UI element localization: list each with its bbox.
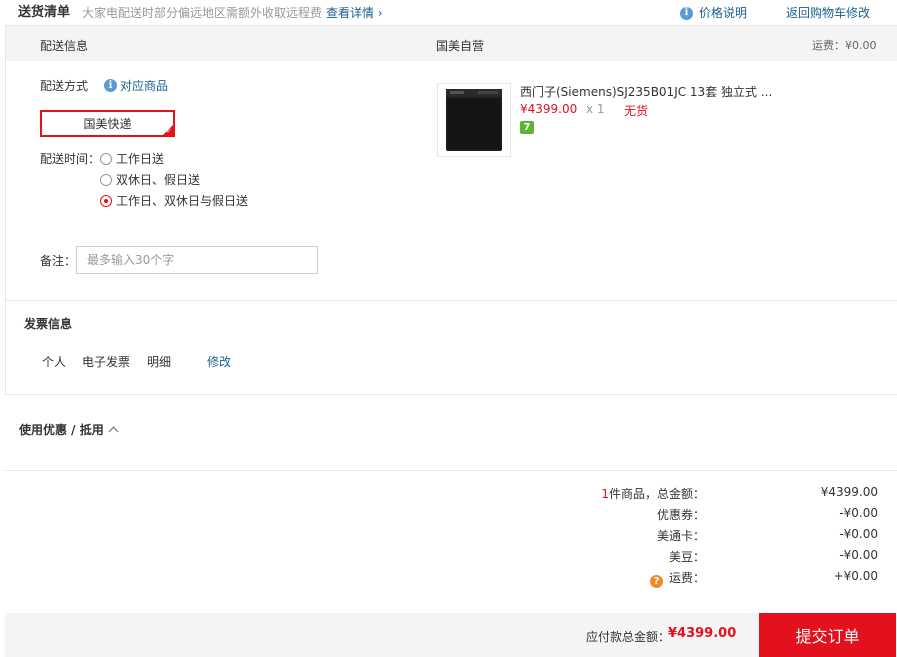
delivery-method-label: 配送方式 (40, 79, 89, 93)
time-option-weekday[interactable]: 工作日送 (100, 150, 164, 167)
time-option-all[interactable]: 工作日、双休日与假日送 (100, 192, 248, 209)
fee-label: 运费： (668, 571, 705, 585)
divider (5, 470, 897, 471)
note-label: 备注： (40, 254, 77, 268)
page-title: 送货清单 (18, 5, 71, 20)
view-details-link[interactable]: 查看详情 › (326, 5, 383, 21)
coupon-label: 优惠券： (656, 508, 705, 522)
radio-selected-icon[interactable] (100, 194, 112, 207)
pay-total-amount: ¥4399.00 (668, 626, 737, 641)
dishwasher-image (446, 89, 502, 151)
gome-express-label: 国美快递 (83, 117, 132, 131)
coupon-value: -¥0.00 (839, 506, 878, 520)
gome-express-option[interactable]: 国美快递 ✓ (40, 110, 175, 137)
invoice-type: 个人 (42, 355, 67, 369)
seller-heading: 国美自营 (436, 39, 485, 53)
bean-value: -¥0.00 (839, 548, 878, 562)
note-input[interactable] (76, 246, 318, 274)
card-label: 美通卡： (656, 529, 705, 543)
question-icon[interactable]: ? (649, 575, 663, 588)
item-count: 1 (601, 487, 609, 501)
pay-total-label: 应付款总金额： (586, 630, 671, 644)
fee-value: +¥0.00 (833, 569, 878, 583)
back-to-cart-link[interactable]: 返回购物车修改 (786, 5, 870, 21)
summary-total-value: ¥4399.00 (820, 485, 878, 499)
time-option-label: 双休日、假日送 (116, 173, 201, 187)
invoice-content: 明细 (147, 355, 172, 369)
chevron-up-icon (108, 426, 119, 437)
submit-order-button[interactable]: 提交订单 (759, 613, 896, 657)
coupon-heading: 使用优惠 / 抵用 (19, 423, 104, 437)
time-option-label: 工作日、双休日与假日送 (116, 194, 249, 208)
bean-label: 美豆： (668, 550, 705, 564)
product-name[interactable]: 西门子(Siemens)SJ235B01JC 13套 独立式 ... (520, 83, 780, 100)
seven-day-return-badge: 7 (520, 121, 534, 134)
product-price: ¥4399.00 (520, 102, 578, 116)
delivery-info-heading: 配送信息 (40, 39, 89, 53)
radio-icon[interactable] (100, 173, 112, 186)
summary-total-label: 1件商品，总金额： (601, 485, 705, 502)
stock-status: 无货 (624, 104, 649, 118)
fee-summary-label: ? 运费： (649, 569, 705, 588)
info-icon: i (104, 79, 117, 92)
match-goods-link[interactable]: i 对应商品 (104, 77, 168, 94)
card-value: -¥0.00 (839, 527, 878, 541)
delivery-time-label: 配送时间： (40, 152, 101, 166)
remote-fee-note: 大家电配送时部分偏远地区需额外收取远程费 (82, 6, 323, 20)
time-option-weekend[interactable]: 双休日、假日送 (100, 171, 200, 188)
item-count-suffix: 件商品，总金额： (608, 487, 705, 501)
price-explain-label: 价格说明 (699, 6, 748, 20)
radio-icon[interactable] (100, 152, 112, 165)
time-option-label: 工作日送 (116, 152, 165, 166)
price-explain-link[interactable]: i 价格说明 (680, 5, 747, 21)
invoice-heading: 发票信息 (24, 317, 73, 331)
shipping-fee-label: 运费：¥0.00 (812, 39, 877, 52)
coupon-toggle[interactable]: 使用优惠 / 抵用 (19, 421, 119, 438)
invoice-kind: 电子发票 (82, 355, 131, 369)
info-icon: i (680, 6, 693, 20)
check-icon: ✓ (166, 127, 172, 135)
product-quantity: x 1 (586, 102, 605, 116)
match-goods-label: 对应商品 (120, 79, 169, 93)
divider (6, 300, 897, 301)
product-image[interactable] (437, 83, 511, 157)
invoice-modify-link[interactable]: 修改 (207, 353, 231, 370)
